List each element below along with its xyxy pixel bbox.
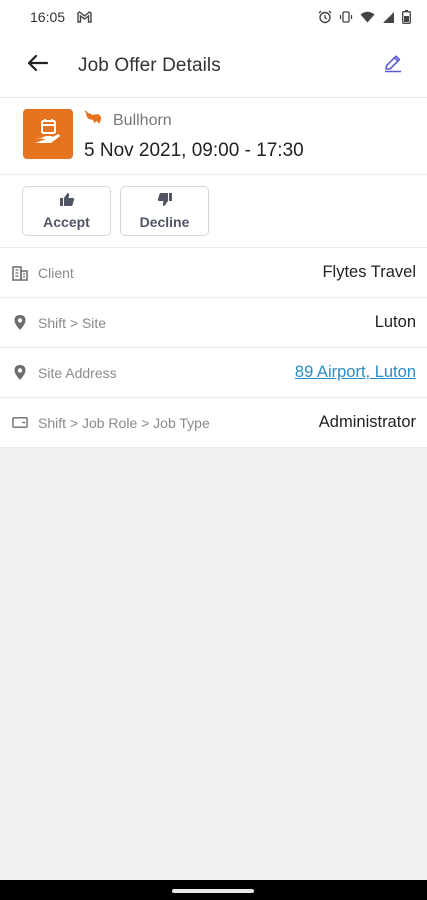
edit-button[interactable] (373, 46, 413, 86)
site-address-link[interactable]: 89 Airport, Luton (295, 363, 416, 382)
calendar-hand-icon (33, 117, 63, 152)
detail-row-site: Shift > Site Luton (0, 298, 427, 348)
detail-label: Shift > Site (38, 314, 107, 331)
arrow-left-icon (26, 51, 50, 80)
detail-row-client: Client Flytes Travel (0, 248, 427, 298)
job-header: Bullhorn 5 Nov 2021, 09:00 - 17:30 (0, 98, 427, 175)
source-name: Bullhorn (113, 111, 172, 129)
decline-label: Decline (139, 214, 190, 230)
status-right (318, 10, 411, 24)
app-bar: Job Offer Details (0, 34, 427, 98)
status-bar: 16:05 (0, 0, 427, 34)
wifi-icon (360, 11, 375, 23)
status-time: 16:05 (30, 9, 66, 25)
page-title: Job Offer Details (78, 54, 221, 76)
source-row: Bullhorn (84, 110, 172, 131)
detail-label: Client (38, 264, 74, 281)
detail-row-job-type: Shift > Job Role > Job Type Administrato… (0, 398, 427, 448)
status-left: 16:05 (30, 9, 92, 25)
gmail-icon (77, 11, 92, 23)
alarm-icon (318, 10, 332, 24)
detail-value: Flytes Travel (322, 263, 416, 281)
bullhorn-logo-icon (84, 110, 104, 131)
actions-bar: Accept Decline (0, 175, 427, 248)
id-card-icon (12, 416, 28, 429)
location-pin-icon (12, 364, 28, 381)
decline-button[interactable]: Decline (120, 186, 209, 236)
thumbs-up-icon (59, 192, 75, 212)
building-icon (12, 265, 28, 281)
detail-label: Site Address (38, 364, 117, 381)
system-nav-bar (0, 880, 427, 900)
detail-row-site-address: Site Address 89 Airport, Luton (0, 348, 427, 398)
back-button[interactable] (16, 44, 60, 88)
job-type-tile (23, 109, 73, 159)
accept-label: Accept (43, 214, 90, 230)
vibrate-icon (339, 10, 353, 24)
detail-label: Shift > Job Role > Job Type (38, 414, 210, 431)
detail-value: Luton (374, 313, 416, 331)
battery-icon (402, 10, 411, 24)
shift-datetime: 5 Nov 2021, 09:00 - 17:30 (84, 140, 304, 161)
home-gesture-handle[interactable] (172, 889, 254, 893)
signal-icon (382, 11, 395, 24)
thumbs-down-icon (157, 192, 173, 212)
accept-button[interactable]: Accept (22, 186, 111, 236)
detail-value: Administrator (318, 413, 416, 431)
location-pin-icon (12, 314, 28, 331)
pencil-icon (383, 53, 403, 78)
